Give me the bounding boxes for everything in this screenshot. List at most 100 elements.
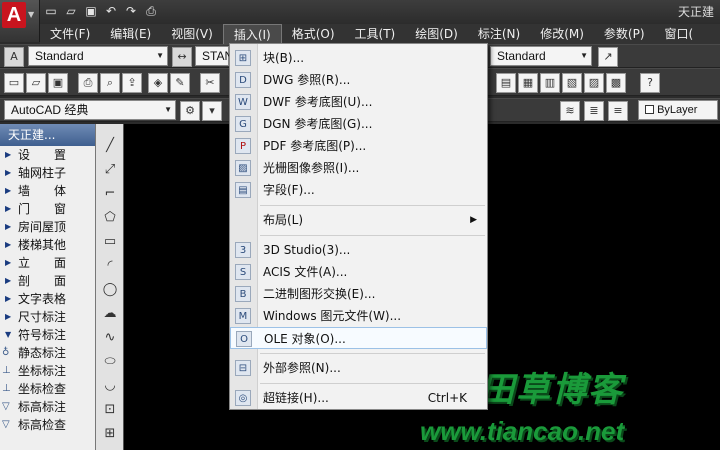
panel-item-room-roof[interactable]: ▶ 房间屋顶 [0, 218, 95, 236]
ellipse-icon[interactable]: ⬭ [100, 352, 120, 372]
markup-manager-icon[interactable]: ▨ [584, 73, 604, 93]
panel-item-settings[interactable]: ▶ 设 置 [0, 146, 95, 164]
make-block-icon[interactable]: ⊞ [100, 424, 120, 444]
publish-icon[interactable]: ⇪ [122, 73, 142, 93]
workspace-settings-icon[interactable]: ⚙ [180, 101, 200, 121]
spline-icon[interactable]: ∿ [100, 328, 120, 348]
panel-item-axis-column[interactable]: ▶ 轴网柱子 [0, 164, 95, 182]
menu-parametric[interactable]: 参数(P) [594, 24, 655, 44]
markup-icon[interactable]: ✎ [170, 73, 190, 93]
layer-states-icon[interactable]: ≣ [584, 101, 604, 121]
triangle-right-icon: ▶ [5, 168, 12, 177]
3d-dwf-icon[interactable]: ◈ [148, 73, 168, 93]
panel-item-coordinate-label[interactable]: ⊥ 坐标标注 [0, 362, 95, 380]
dim-style-select[interactable]: STAN [195, 46, 233, 66]
new-icon[interactable]: ▭ [42, 2, 60, 20]
cut-icon[interactable]: ✂ [200, 73, 220, 93]
watermark-logo-text: 田草博客 [480, 370, 624, 410]
construction-line-icon[interactable]: ⤢ [100, 160, 120, 180]
application-button[interactable]: A ▼ [0, 0, 40, 42]
line-icon[interactable]: ╱ [100, 136, 120, 156]
panel-item-section[interactable]: ▶ 剖 面 [0, 272, 95, 290]
help-icon[interactable]: ? [640, 73, 660, 93]
save-icon[interactable]: ▣ [48, 73, 68, 93]
menu-window[interactable]: 窗口( [655, 24, 704, 44]
polygon-icon[interactable]: ⬠ [100, 208, 120, 228]
new-icon[interactable]: ▭ [4, 73, 24, 93]
panel-item-coordinate-check[interactable]: ⊥ 坐标检查 [0, 380, 95, 398]
menu-item-3d-studio[interactable]: 3 3D Studio(3)... [230, 239, 487, 261]
menu-separator [260, 353, 485, 354]
design-center-icon[interactable]: ▦ [518, 73, 538, 93]
text-style-icon[interactable]: A [4, 47, 24, 67]
panel-item-elevation[interactable]: ▶ 立 面 [0, 254, 95, 272]
ole-icon: O [236, 331, 252, 347]
menu-item-binary-dxb[interactable]: B 二进制图形交换(E)... [230, 283, 487, 305]
menu-item-layout[interactable]: 布局(L) ▶ [230, 209, 487, 231]
panel-item-elevation-check[interactable]: ▽ 标高检查 [0, 416, 95, 434]
menu-insert[interactable]: 插入(I) [222, 24, 282, 44]
panel-item-door-window[interactable]: ▶ 门 窗 [0, 200, 95, 218]
print-icon[interactable]: ⎙ [78, 73, 98, 93]
text-style-select[interactable]: Standard ▼ [28, 46, 168, 66]
panel-item-text-table[interactable]: ▶ 文字表格 [0, 290, 95, 308]
panel-item-dimension[interactable]: ▶ 尺寸标注 [0, 308, 95, 326]
menu-draw[interactable]: 绘图(D) [405, 24, 468, 44]
menu-item-pdf-underlay[interactable]: P PDF 参考底图(P)... [230, 135, 487, 157]
menu-item-acis-file[interactable]: S ACIS 文件(A)... [230, 261, 487, 283]
quickcalc-icon[interactable]: ▩ [606, 73, 626, 93]
xref-icon: ⊟ [235, 360, 251, 376]
customize-icon[interactable]: ▾ [202, 101, 222, 121]
menu-view[interactable]: 视图(V) [161, 24, 223, 44]
layer-iso-icon[interactable]: ≡ [608, 101, 628, 121]
polyline-icon[interactable]: ⌐ [100, 184, 120, 204]
menu-format[interactable]: 格式(O) [282, 24, 345, 44]
panel-item-wall[interactable]: ▶ 墙 体 [0, 182, 95, 200]
tool-palettes-icon[interactable]: ▥ [540, 73, 560, 93]
panel-item-symbol[interactable]: ▼ 符号标注 [0, 326, 95, 344]
print-icon[interactable]: ⎙ [142, 2, 160, 20]
panel-item-stairs[interactable]: ▶ 楼梯其他 [0, 236, 95, 254]
panel-item-elevation-label[interactable]: ▽ 标高标注 [0, 398, 95, 416]
menu-item-dwg-reference[interactable]: D DWG 参照(R)... [230, 69, 487, 91]
open-icon[interactable]: ▱ [26, 73, 46, 93]
redo-icon[interactable]: ↷ [122, 2, 140, 20]
workspace-select[interactable]: AutoCAD 经典 ▼ [4, 100, 176, 120]
menu-item-raster-image[interactable]: ▨ 光栅图像参照(I)... [230, 157, 487, 179]
layer-previous-icon[interactable]: ≋ [560, 101, 580, 121]
menu-edit[interactable]: 编辑(E) [100, 24, 161, 44]
panel-item-static-label[interactable]: ♁ 静态标注 [0, 344, 95, 362]
revision-cloud-icon[interactable]: ☁ [100, 304, 120, 324]
menu-item-field[interactable]: ▤ 字段(F)... [230, 179, 487, 201]
chevron-down-icon: ▼ [28, 10, 35, 19]
ellipse-arc-icon[interactable]: ◡ [100, 376, 120, 396]
print-preview-icon[interactable]: ⌕ [100, 73, 120, 93]
properties-icon[interactable]: ▤ [496, 73, 516, 93]
undo-icon[interactable]: ↶ [102, 2, 120, 20]
menu-file[interactable]: 文件(F) [40, 24, 100, 44]
menu-item-dwf-underlay[interactable]: W DWF 参考底图(U)... [230, 91, 487, 113]
menu-tools[interactable]: 工具(T) [345, 24, 406, 44]
sheet-set-icon[interactable]: ▧ [562, 73, 582, 93]
save-icon[interactable]: ▣ [82, 2, 100, 20]
rectangle-icon[interactable]: ▭ [100, 232, 120, 252]
insert-block-icon[interactable]: ⊡ [100, 400, 120, 420]
open-icon[interactable]: ▱ [62, 2, 80, 20]
menu-modify[interactable]: 修改(M) [530, 24, 594, 44]
color-select[interactable]: ByLayer [638, 100, 718, 120]
circle-icon[interactable]: ◯ [100, 280, 120, 300]
arc-icon[interactable]: ◜ [100, 256, 120, 276]
table-style-select[interactable]: Standard ▼ [490, 46, 592, 66]
menu-item-hyperlink[interactable]: ◎ 超链接(H)... Ctrl+K [230, 387, 487, 409]
menu-item-external-references[interactable]: ⊟ 外部参照(N)... [230, 357, 487, 379]
color-swatch [645, 105, 654, 114]
menu-item-dgn-underlay[interactable]: G DGN 参考底图(G)... [230, 113, 487, 135]
menu-item-block[interactable]: ⊞ 块(B)... [230, 47, 487, 69]
menu-item-windows-metafile[interactable]: M Windows 图元文件(W)... [230, 305, 487, 327]
menu-item-ole-object[interactable]: O OLE 对象(O)... [230, 327, 487, 349]
dim-style-icon[interactable]: ↔ [172, 47, 192, 67]
menu-dimension[interactable]: 标注(N) [468, 24, 530, 44]
triangle-right-icon: ▶ [5, 312, 12, 321]
dwg-icon: D [235, 72, 251, 88]
multileader-style-icon[interactable]: ↗ [598, 47, 618, 67]
